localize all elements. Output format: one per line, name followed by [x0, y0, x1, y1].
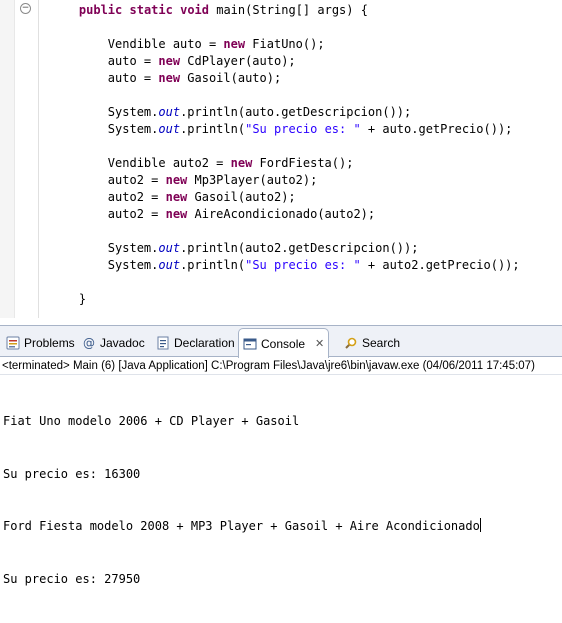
code-editor[interactable]: − public static void main(String[] args)… — [0, 0, 562, 318]
console-output[interactable]: Fiat Uno modelo 2006 + CD Player + Gasoi… — [3, 378, 481, 623]
code-line: auto2 = new AireAcondicionado(auto2); — [50, 207, 376, 221]
tab-label: Problems — [24, 336, 75, 350]
tab-declaration[interactable]: Declaration — [152, 332, 239, 354]
code-line: System.out.println("Su precio es: " + au… — [50, 258, 520, 272]
code-line: auto = new Gasoil(auto); — [50, 71, 282, 85]
code-text[interactable]: public static void main(String[] args) {… — [50, 2, 520, 308]
console-view: Problems @ Javadoc Declaration Console ✕… — [0, 325, 562, 586]
console-icon — [243, 338, 257, 349]
collapse-method-icon[interactable]: − — [20, 3, 31, 14]
code-line: } — [50, 292, 87, 306]
search-icon — [345, 337, 357, 349]
javadoc-icon: @ — [83, 336, 95, 350]
close-icon[interactable]: ✕ — [315, 337, 324, 350]
declaration-icon — [157, 336, 169, 350]
console-status: <terminated> Main (6) [Java Application]… — [0, 358, 562, 375]
code-line: auto2 = new Mp3Player(auto2); — [50, 173, 318, 187]
code-line: public static void main(String[] args) { — [78, 3, 368, 17]
code-line: System.out.println(auto.getDescripcion()… — [50, 105, 412, 119]
tab-search[interactable]: Search — [340, 332, 404, 354]
svg-text:@: @ — [83, 336, 95, 350]
text-cursor — [479, 518, 481, 532]
tab-console[interactable]: Console ✕ — [238, 328, 330, 358]
code-line: auto2 = new Gasoil(auto2); — [50, 190, 296, 204]
output-line: Fiat Uno modelo 2006 + CD Player + Gasoi… — [3, 414, 300, 428]
output-line: Su precio es: 16300 — [3, 466, 141, 481]
tab-problems[interactable]: Problems — [2, 332, 79, 354]
code-line: System.out.println(auto2.getDescripcion(… — [50, 241, 419, 255]
tab-label: Console — [261, 336, 306, 351]
code-line: Vendible auto2 = new FordFiesta(); — [50, 156, 354, 170]
editor-ruler[interactable] — [0, 0, 15, 318]
problems-icon — [6, 336, 20, 350]
gutter-divider — [38, 0, 39, 318]
tab-javadoc[interactable]: @ Javadoc — [78, 332, 149, 354]
tab-label: Search — [362, 336, 401, 350]
code-line: System.out.println("Su precio es: " + au… — [50, 122, 513, 136]
code-line: auto = new CdPlayer(auto); — [50, 54, 296, 68]
output-line: Su precio es: 27950 — [3, 571, 141, 586]
output-line: Ford Fiesta modelo 2008 + MP3 Player + G… — [3, 518, 481, 533]
tab-label: Declaration — [174, 336, 235, 350]
code-line: Vendible auto = new FiatUno(); — [50, 37, 325, 51]
tab-label: Javadoc — [100, 336, 145, 350]
view-tab-bar: Problems @ Javadoc Declaration Console ✕… — [0, 325, 562, 358]
